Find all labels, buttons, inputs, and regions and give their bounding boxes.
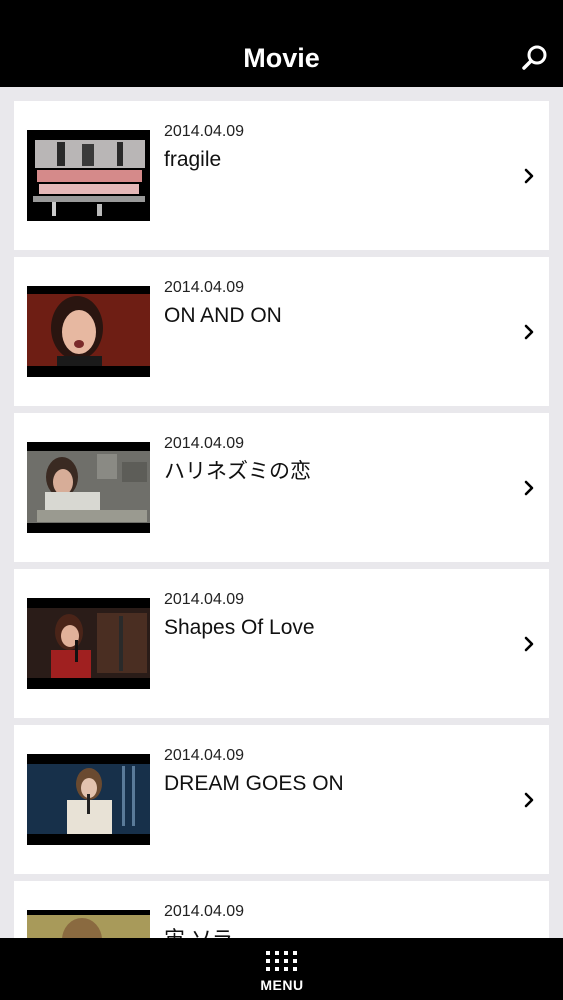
video-title: 宙 ソラ xyxy=(164,927,233,938)
page-title: Movie xyxy=(243,43,320,73)
list-item[interactable]: 2014.04.09 Shapes Of Love xyxy=(14,569,549,718)
video-title: Shapes Of Love xyxy=(164,616,315,639)
video-thumbnail xyxy=(27,286,150,377)
video-thumbnail xyxy=(27,598,150,689)
list-item[interactable]: 2014.04.09 fragile xyxy=(14,101,549,250)
video-title: fragile xyxy=(164,148,222,171)
video-thumbnail xyxy=(27,754,150,845)
video-thumbnail xyxy=(27,442,150,533)
video-title: DREAM GOES ON xyxy=(164,772,344,795)
video-title: ON AND ON xyxy=(164,304,282,327)
list-item[interactable]: 2014.04.09 DREAM GOES ON xyxy=(14,725,549,874)
video-date: 2014.04.09 xyxy=(164,279,245,296)
list-item[interactable]: 2014.04.09 ON AND ON xyxy=(14,257,549,406)
chevron-right-icon xyxy=(522,323,536,341)
video-date: 2014.04.09 xyxy=(164,123,245,140)
video-title: ハリネズミの恋 xyxy=(164,460,311,483)
list-item[interactable]: 2014.04.09 宙 ソラ xyxy=(14,881,549,938)
search-icon[interactable] xyxy=(521,44,549,72)
movie-list: 2014.04.09 fragile 2014.04.09 ON AND ON xyxy=(0,87,563,938)
screen: Movie 2014.04.09 fragile 2014.04.09 ON A… xyxy=(0,0,563,1000)
video-date: 2014.04.09 xyxy=(164,591,245,608)
chevron-right-icon xyxy=(522,479,536,497)
video-thumbnail xyxy=(27,130,150,221)
grid-menu-icon xyxy=(265,950,299,972)
video-date: 2014.04.09 xyxy=(164,747,245,764)
video-thumbnail xyxy=(27,910,150,938)
menu-label: MENU xyxy=(260,977,304,993)
list-item[interactable]: 2014.04.09 ハリネズミの恋 xyxy=(14,413,549,562)
chevron-right-icon xyxy=(522,167,536,185)
video-date: 2014.04.09 xyxy=(164,903,245,920)
menu-button[interactable]: MENU xyxy=(250,946,314,996)
app-header: Movie xyxy=(0,0,563,87)
chevron-right-icon xyxy=(522,791,536,809)
bottom-bar: MENU xyxy=(0,938,563,1000)
chevron-right-icon xyxy=(522,635,536,653)
video-date: 2014.04.09 xyxy=(164,435,245,452)
